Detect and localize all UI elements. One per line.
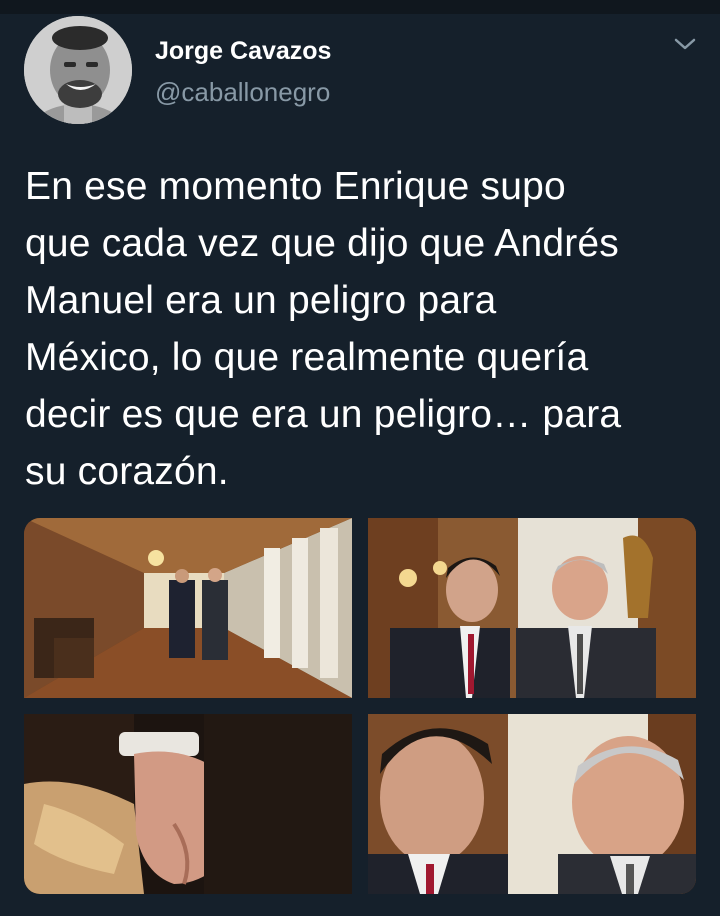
tweet-photo-2[interactable]: [368, 518, 696, 698]
tweet-photo-3[interactable]: [24, 714, 352, 894]
status-bar: [0, 0, 720, 14]
author-handle[interactable]: @caballonegro: [155, 76, 330, 108]
tweet-photo-1[interactable]: [24, 518, 352, 698]
author-name[interactable]: Jorge Cavazos: [155, 36, 331, 66]
chevron-down-icon[interactable]: [672, 34, 698, 54]
tweet-text: En ese momento Enrique supo que cada vez…: [25, 165, 622, 493]
tweet-photo-4[interactable]: [368, 714, 696, 894]
avatar[interactable]: [24, 16, 132, 124]
